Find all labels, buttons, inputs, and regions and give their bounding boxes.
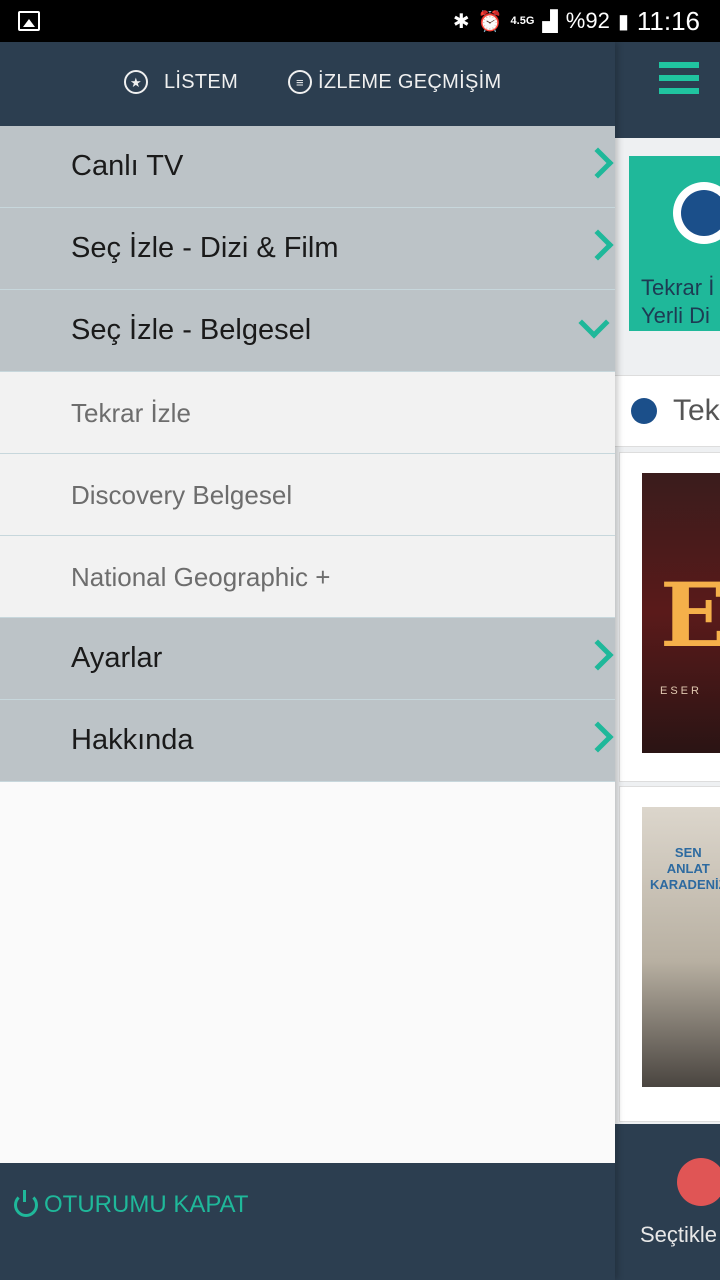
app-header	[615, 42, 720, 138]
my-list-label: LİSTEM	[164, 70, 239, 93]
logout-label: OTURUMU KAPAT	[44, 1191, 249, 1218]
chevron-right-icon	[582, 639, 614, 671]
menu-item-hakkinda[interactable]: Hakkında	[0, 700, 615, 782]
bottom-bar-label: Seçtikle	[640, 1222, 718, 1247]
selected-icon[interactable]	[677, 1158, 720, 1206]
battery-icon: ▮	[617, 10, 629, 33]
menu-item-canli-tv[interactable]: Canlı TV	[0, 126, 615, 208]
submenu-item-label: National Geographic +	[71, 562, 331, 592]
background-app: Tekrar İ Yerli Di Tek E ESER SEN ANLAT K…	[615, 42, 720, 1280]
alarm-icon: ⏰	[477, 10, 503, 33]
replay-icon	[673, 182, 720, 244]
hamburger-menu-icon[interactable]	[659, 62, 699, 102]
poster-card[interactable]: SEN ANLAT KARADENİZ	[619, 786, 720, 1122]
replay-card-text: Tekrar İ Yerli Di	[641, 275, 715, 328]
menu-item-belgesel[interactable]: Seç İzle - Belgesel	[0, 290, 615, 372]
submenu-item-label: Tekrar İzle	[71, 398, 191, 428]
status-icons: ✱ ⏰ 4.5G ▟ %92 ▮ 11:16	[453, 0, 700, 42]
my-list-button[interactable]: ★ LİSTEM	[124, 70, 238, 94]
network-type: 4.5G	[510, 15, 535, 27]
section-tab-label: Tek	[673, 394, 720, 427]
star-icon: ★	[124, 70, 148, 94]
chevron-right-icon	[582, 147, 614, 179]
submenu-item-tekrar-izle[interactable]: Tekrar İzle	[0, 372, 615, 454]
replay-card[interactable]: Tekrar İ Yerli Di	[629, 156, 720, 331]
submenu-item-discovery[interactable]: Discovery Belgesel	[0, 454, 615, 536]
menu-item-dizi-film[interactable]: Seç İzle - Dizi & Film	[0, 208, 615, 290]
menu-item-label: Hakkında	[71, 724, 194, 756]
menu-item-label: Canlı TV	[71, 150, 184, 182]
replay-small-icon	[631, 398, 657, 424]
signal-icon: ▟	[542, 10, 558, 33]
section-tab[interactable]: Tek	[615, 375, 720, 447]
clock: 11:16	[636, 5, 700, 36]
submenu-item-label: Discovery Belgesel	[71, 480, 293, 510]
battery-percent: %92	[565, 8, 610, 33]
drawer-menu: Canlı TV Seç İzle - Dizi & Film Seç İzle…	[0, 126, 615, 782]
poster-title: SEN ANLAT KARADENİZ	[650, 845, 720, 892]
chevron-right-icon	[582, 229, 614, 261]
watch-history-label: İZLEME GEÇMİŞİM	[318, 70, 502, 93]
menu-item-label: Ayarlar	[71, 642, 163, 674]
menu-item-label: Seç İzle - Belgesel	[71, 314, 312, 346]
list-icon: ≡	[288, 70, 312, 94]
drawer-footer: OTURUMU KAPAT	[0, 1163, 615, 1280]
menu-item-label: Seç İzle - Dizi & Film	[71, 232, 339, 264]
poster-logo-letter: E	[660, 563, 720, 667]
menu-item-ayarlar[interactable]: Ayarlar	[0, 618, 615, 700]
drawer-header: ★ LİSTEM ≡ İZLEME GEÇMİŞİM	[0, 42, 615, 126]
watch-history-button[interactable]: ≡ İZLEME GEÇMİŞİM	[288, 70, 501, 94]
bluetooth-icon: ✱	[452, 10, 470, 33]
logout-button[interactable]: OTURUMU KAPAT	[14, 1190, 249, 1219]
chevron-right-icon	[582, 721, 614, 753]
bottom-bar: Seçtikle	[615, 1124, 720, 1280]
poster-card[interactable]: E ESER	[619, 452, 720, 782]
power-icon	[14, 1190, 38, 1217]
poster-subtitle: ESER	[660, 685, 702, 697]
navigation-drawer: ★ LİSTEM ≡ İZLEME GEÇMİŞİM Canlı TV Seç …	[0, 42, 615, 1280]
chevron-down-icon	[578, 307, 610, 339]
gallery-notification-icon	[18, 11, 40, 31]
status-bar: ✱ ⏰ 4.5G ▟ %92 ▮ 11:16	[0, 0, 720, 42]
submenu-item-natgeo[interactable]: National Geographic +	[0, 536, 615, 618]
